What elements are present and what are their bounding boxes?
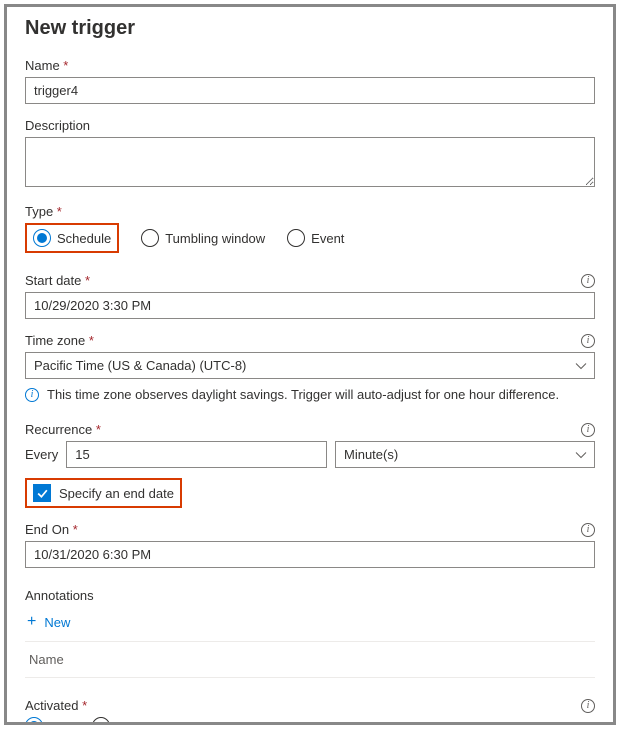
annotations-new-button[interactable]: + New [25, 607, 72, 637]
radio-icon [92, 717, 110, 725]
specify-end-label: Specify an end date [59, 486, 174, 501]
name-label: Name [25, 58, 595, 73]
description-label: Description [25, 118, 595, 133]
specify-end-checkbox-row[interactable]: Specify an end date [33, 484, 174, 502]
annotations-field: Annotations + New Name [25, 588, 595, 678]
info-icon[interactable]: i [581, 699, 595, 713]
type-radio-group: Schedule Tumbling window Event [25, 223, 595, 253]
end-on-field: End On i [25, 522, 595, 568]
type-radio-tumbling[interactable]: Tumbling window [141, 229, 265, 247]
annotations-label: Annotations [25, 588, 595, 603]
plus-icon: + [27, 613, 36, 631]
recurrence-unit-select[interactable]: Minute(s) [335, 441, 595, 468]
info-icon[interactable]: i [581, 523, 595, 537]
radio-label: Yes [49, 719, 70, 726]
time-zone-info-text: This time zone observes daylight savings… [47, 387, 559, 402]
activated-radio-group: Yes No [25, 717, 595, 725]
activated-label: Activated [25, 698, 87, 713]
checkbox-checked-icon [33, 484, 51, 502]
end-on-input[interactable] [25, 541, 595, 568]
description-field: Description [25, 118, 595, 190]
radio-icon [25, 717, 43, 725]
start-date-label: Start date [25, 273, 90, 288]
annotations-table-header: Name [25, 641, 595, 678]
info-icon[interactable]: i [581, 274, 595, 288]
time-zone-info: i This time zone observes daylight savin… [25, 387, 595, 402]
recurrence-every-label: Every [25, 447, 58, 462]
start-date-input[interactable] [25, 292, 595, 319]
time-zone-field: Time zone i Pacific Time (US & Canada) (… [25, 333, 595, 402]
type-schedule-highlight: Schedule [25, 223, 119, 253]
description-input[interactable] [25, 137, 595, 187]
new-trigger-panel: New trigger Name Description Type Schedu… [4, 4, 616, 725]
recurrence-row: Every Minute(s) [25, 441, 595, 468]
time-zone-label: Time zone [25, 333, 94, 348]
end-on-label: End On [25, 522, 78, 537]
activated-field: Activated i Yes No [25, 698, 595, 725]
type-radio-event[interactable]: Event [287, 229, 344, 247]
type-field: Type Schedule Tumbling window Event [25, 204, 595, 253]
time-zone-select-wrap: Pacific Time (US & Canada) (UTC-8) [25, 352, 595, 379]
radio-label: Schedule [57, 231, 111, 246]
activated-radio-no[interactable]: No [92, 717, 133, 725]
radio-label: No [116, 719, 133, 726]
info-icon: i [25, 388, 39, 402]
radio-icon [141, 229, 159, 247]
specify-end-highlight: Specify an end date [25, 478, 182, 508]
radio-label: Tumbling window [165, 231, 265, 246]
time-zone-select[interactable]: Pacific Time (US & Canada) (UTC-8) [25, 352, 595, 379]
panel-title: New trigger [25, 17, 595, 40]
recurrence-field: Recurrence i Every Minute(s) Specify an … [25, 422, 595, 508]
info-icon[interactable]: i [581, 423, 595, 437]
recurrence-unit-wrap: Minute(s) [335, 441, 595, 468]
annotations-new-label: New [44, 615, 70, 630]
type-label: Type [25, 204, 595, 219]
start-date-field: Start date i [25, 273, 595, 319]
radio-icon [33, 229, 51, 247]
type-radio-schedule[interactable]: Schedule [33, 229, 111, 247]
radio-label: Event [311, 231, 344, 246]
activated-radio-yes[interactable]: Yes [25, 717, 70, 725]
name-input[interactable] [25, 77, 595, 104]
radio-icon [287, 229, 305, 247]
annotations-col-name: Name [29, 652, 64, 667]
recurrence-label: Recurrence [25, 422, 101, 437]
name-field: Name [25, 58, 595, 104]
info-icon[interactable]: i [581, 334, 595, 348]
recurrence-every-input[interactable] [66, 441, 327, 468]
